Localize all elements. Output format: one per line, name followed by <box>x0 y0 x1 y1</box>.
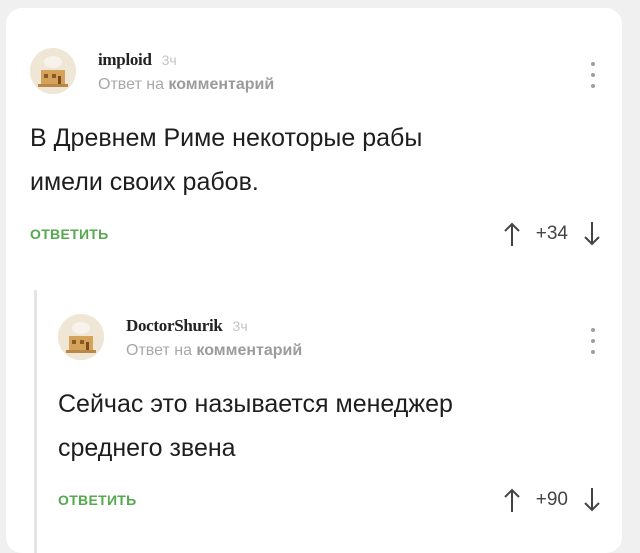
reply-prefix: Ответ на <box>98 76 164 93</box>
avatar-icon <box>58 314 104 360</box>
downvote-arrow-icon[interactable] <box>582 486 602 514</box>
comment-text: Сейчас это называется менеджер среднего … <box>58 382 604 470</box>
upvote-arrow-icon[interactable] <box>502 486 522 514</box>
vote-score: +90 <box>535 489 568 510</box>
comment-meta: imploid 3ч Ответ на комментарий <box>98 50 274 94</box>
reply-button[interactable]: ОТВЕТИТЬ <box>30 226 109 242</box>
vote-controls: +34 <box>502 220 602 248</box>
comment-thread: imploid 3ч Ответ на комментарий В Древне… <box>6 8 622 553</box>
more-menu-icon[interactable] <box>590 62 596 88</box>
vote-score: +34 <box>535 223 568 244</box>
avatar[interactable] <box>58 314 104 360</box>
downvote-arrow-icon[interactable] <box>582 220 602 248</box>
reply-target-link[interactable]: комментарий <box>168 76 274 93</box>
avatar-icon <box>30 48 76 94</box>
reply-target-link[interactable]: комментарий <box>196 342 302 359</box>
comment-text-line: В Древнем Риме некоторые рабы <box>30 124 423 152</box>
comment-text: В Древнем Риме некоторые рабы имели свои… <box>30 116 604 204</box>
more-menu-icon[interactable] <box>590 328 596 354</box>
username[interactable]: imploid <box>98 50 152 70</box>
comment-text-line: среднего звена <box>58 434 236 462</box>
comment: imploid 3ч Ответ на комментарий В Древне… <box>30 42 604 258</box>
upvote-arrow-icon[interactable] <box>502 220 522 248</box>
comment-footer: ОТВЕТИТЬ +90 <box>58 484 604 524</box>
comment-text-line: имели своих рабов. <box>30 168 259 196</box>
reply-prefix: Ответ на <box>126 342 192 359</box>
reply-button[interactable]: ОТВЕТИТЬ <box>58 492 137 508</box>
reply-info: Ответ на комментарий <box>98 76 274 94</box>
comment-footer: ОТВЕТИТЬ +34 <box>30 218 604 258</box>
comment-meta: DoctorShurik 3ч Ответ на комментарий <box>126 316 302 360</box>
avatar[interactable] <box>30 48 76 94</box>
comment-text-line: Сейчас это называется менеджер <box>58 390 453 418</box>
reply-info: Ответ на комментарий <box>126 342 302 360</box>
comment: DoctorShurik 3ч Ответ на комментарий Сей… <box>58 308 604 524</box>
comment-header: DoctorShurik 3ч Ответ на комментарий <box>58 308 604 366</box>
comment-time: 3ч <box>232 318 248 334</box>
comment-header: imploid 3ч Ответ на комментарий <box>30 42 604 100</box>
thread-line <box>34 290 37 553</box>
comment-time: 3ч <box>161 52 177 68</box>
username[interactable]: DoctorShurik <box>126 316 223 336</box>
vote-controls: +90 <box>502 486 602 514</box>
